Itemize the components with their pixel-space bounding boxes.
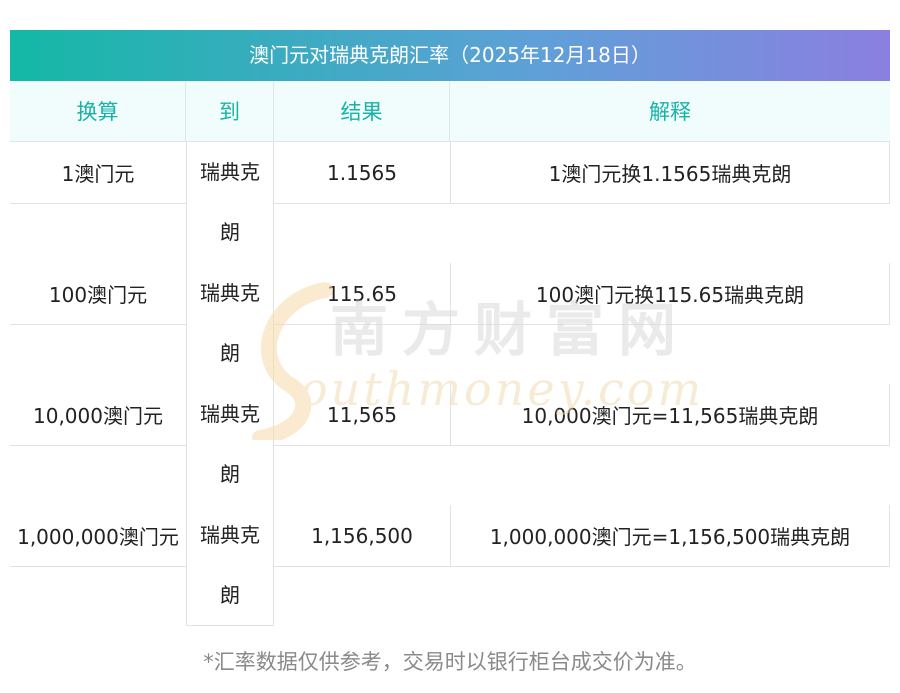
row-2-result: 115.65 — [274, 263, 450, 325]
row-1-to-line2: 朗 — [220, 220, 240, 244]
header-explanation: 解释 — [450, 81, 890, 142]
row-2-to-line2: 朗 — [220, 341, 240, 365]
row-1-explanation: 1澳门元换1.1565瑞典克朗 — [450, 142, 890, 204]
row-2-to-line1: 瑞典克 — [200, 281, 260, 305]
row-4-to-line1: 瑞典克 — [200, 523, 260, 547]
row-3-to-line1: 瑞典克 — [200, 402, 260, 426]
row-2-explanation: 100澳门元换115.65瑞典克朗 — [450, 263, 890, 325]
row-2-to: 瑞典克 朗 — [186, 263, 274, 384]
disclaimer-footnote: *汇率数据仅供参考，交易时以银行柜台成交价为准。 — [203, 650, 697, 674]
header-result: 结果 — [274, 81, 450, 142]
row-4-explanation: 1,000,000澳门元=1,156,500瑞典克朗 — [450, 505, 890, 567]
row-1-result: 1.1565 — [274, 142, 450, 204]
row-3-result: 11,565 — [274, 384, 450, 446]
row-1-to: 瑞典克 朗 — [186, 142, 274, 263]
header-to: 到 — [186, 81, 274, 142]
row-4-result: 1,156,500 — [274, 505, 450, 567]
row-3-amount: 10,000澳门元 — [10, 384, 186, 446]
row-3-to-line2: 朗 — [220, 462, 240, 486]
row-2-amount: 100澳门元 — [10, 263, 186, 325]
row-1-to-line1: 瑞典克 — [200, 160, 260, 184]
row-3-to: 瑞典克 朗 — [186, 384, 274, 505]
row-4-to: 瑞典克 朗 — [186, 505, 274, 626]
row-3-explanation: 10,000澳门元=11,565瑞典克朗 — [450, 384, 890, 446]
row-1-amount: 1澳门元 — [10, 142, 186, 204]
row-4-amount: 1,000,000澳门元 — [10, 505, 186, 567]
header-conversion: 换算 — [10, 81, 186, 142]
page: 澳门元对瑞典克朗汇率（2025年12月18日） 换算 到 结果 解释 1澳门元 … — [0, 0, 900, 693]
row-4-to-line2: 朗 — [220, 583, 240, 607]
table-title: 澳门元对瑞典克朗汇率（2025年12月18日） — [10, 30, 890, 81]
